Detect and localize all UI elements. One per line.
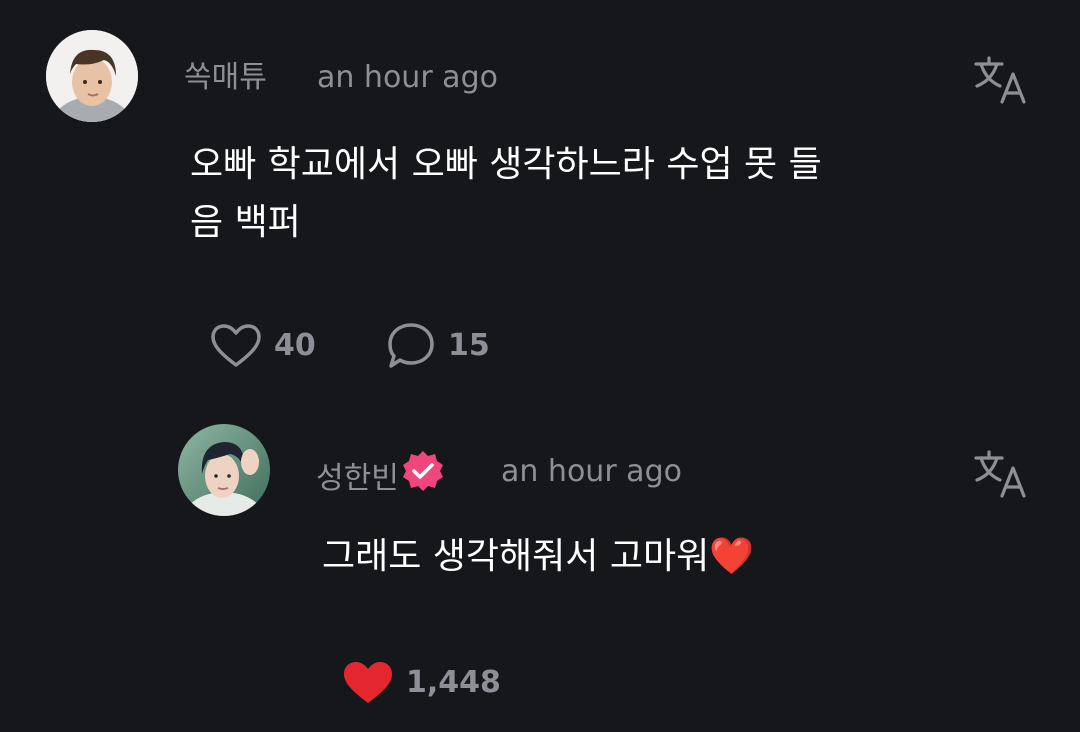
like-count: 1,448 (406, 665, 501, 700)
comment-timestamp: an hour ago (501, 454, 682, 489)
reply-count: 15 (448, 328, 490, 363)
comment-author[interactable]: 성한빈 (316, 449, 445, 507)
artist-avatar-image (178, 424, 270, 516)
heart-icon (344, 662, 392, 703)
like-button[interactable]: 40 (210, 323, 316, 369)
avatar[interactable] (46, 30, 138, 122)
comment-timestamp: an hour ago (317, 60, 498, 95)
translate-button[interactable] (972, 446, 1028, 502)
verified-badge-icon (401, 449, 445, 504)
comment-text: 그래도 생각해줘서 고마워❤️ (322, 536, 755, 577)
comment-text: 오빠 학교에서 오빠 생각하느라 수업 못 들 음 백퍼 (190, 144, 822, 243)
translate-icon (974, 450, 1026, 498)
speech-bubble-icon (388, 323, 434, 368)
like-count: 40 (274, 328, 316, 363)
child-avatar-image (46, 30, 138, 122)
like-button[interactable]: 1,448 (342, 660, 501, 706)
heart-icon (211, 324, 261, 367)
translate-button[interactable] (972, 52, 1028, 108)
avatar[interactable] (178, 424, 270, 516)
translate-icon (974, 56, 1026, 104)
author-name: 성한빈 (316, 461, 399, 496)
reply-button[interactable]: 15 (386, 321, 490, 371)
comment-author[interactable]: 쏙매튜 (184, 58, 267, 98)
